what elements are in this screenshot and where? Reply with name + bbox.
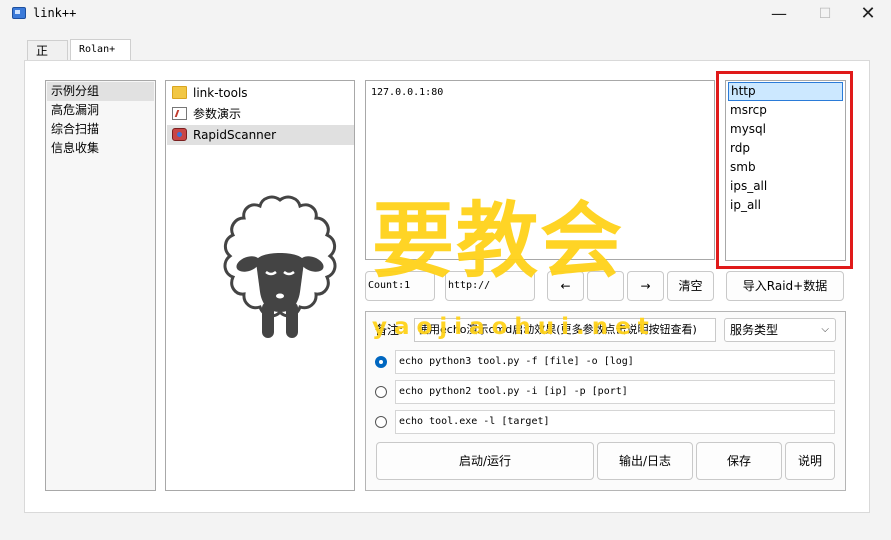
service-item[interactable]: smb — [728, 158, 843, 177]
tool-item-param-demo[interactable]: 参数演示 — [167, 104, 354, 124]
close-button[interactable]: ✕ — [845, 0, 891, 28]
service-item[interactable]: mysql — [728, 120, 843, 139]
title-bar[interactable]: link++ — ☐ ✕ — [0, 0, 891, 28]
service-item[interactable]: rdp — [728, 139, 843, 158]
import-raid-button[interactable]: 导入Raid+数据 — [726, 271, 844, 301]
service-list[interactable]: http msrcp mysql rdp smb ips_all ip_all — [725, 80, 846, 261]
sheep-mascot-icon — [223, 195, 337, 338]
service-type-value: 服务类型 — [730, 323, 779, 337]
service-item[interactable]: ips_all — [728, 177, 843, 196]
tool-item-link-tools[interactable]: link-tools — [167, 83, 354, 103]
command-radio-2[interactable] — [375, 386, 387, 398]
arrow-right-button[interactable]: → — [627, 271, 664, 301]
minimize-button[interactable]: — — [756, 0, 802, 28]
service-type-select[interactable]: 服务类型 ⌵ — [724, 318, 836, 342]
command-option-2[interactable]: echo python2 tool.py -i [ip] -p [port] — [395, 380, 835, 404]
folder-icon — [172, 86, 187, 99]
app-icon — [12, 7, 26, 19]
group-item[interactable]: 信息收集 — [47, 139, 154, 158]
group-item[interactable]: 高危漏洞 — [47, 101, 154, 120]
command-radio-1[interactable] — [375, 356, 387, 368]
service-item[interactable]: http — [728, 82, 843, 101]
group-item[interactable]: 综合扫描 — [47, 120, 154, 139]
output-log-button[interactable]: 输出/日志 — [597, 442, 693, 480]
count-field[interactable]: Count:1 — [365, 271, 435, 301]
command-option-3[interactable]: echo tool.exe -l [target] — [395, 410, 835, 434]
tool-label: link-tools — [193, 86, 248, 100]
service-item[interactable]: msrcp — [728, 101, 843, 120]
maximize-button[interactable]: ☐ — [802, 0, 848, 28]
tab-regex[interactable]: 正则 — [27, 40, 68, 78]
group-list[interactable]: 示例分组 高危漏洞 综合扫描 信息收集 — [45, 80, 156, 491]
group-item[interactable]: 示例分组 — [47, 82, 154, 101]
tool-item-rapidscanner[interactable]: RapidScanner — [167, 125, 354, 145]
scanner-icon — [172, 128, 187, 141]
service-item[interactable]: ip_all — [728, 196, 843, 215]
remark-input[interactable]: 使用echo演示cmd启动效果(更多参数点击说明按钮查看) — [414, 318, 716, 342]
clear-button[interactable]: 清空 — [667, 271, 714, 301]
document-icon — [172, 107, 187, 120]
tool-label: 参数演示 — [193, 107, 242, 121]
targets-textarea[interactable]: 127.0.0.1:80 — [365, 80, 715, 260]
blank-button-1[interactable] — [587, 271, 624, 301]
app-window: link++ — ☐ ✕ 正则 Rolan+ 示例分组 高危漏洞 综合扫描 信息… — [0, 0, 891, 540]
prefix-field[interactable]: http:// — [445, 271, 535, 301]
run-button[interactable]: 启动/运行 — [376, 442, 594, 480]
help-button[interactable]: 说明 — [785, 442, 835, 480]
remark-label: 备注: — [375, 323, 404, 337]
tool-label: RapidScanner — [193, 128, 277, 142]
arrow-left-button[interactable]: ← — [547, 271, 584, 301]
command-option-1[interactable]: echo python3 tool.py -f [file] -o [log] — [395, 350, 835, 374]
chevron-down-icon: ⌵ — [821, 324, 829, 335]
tab-rolan[interactable]: Rolan+ — [70, 39, 131, 62]
save-button[interactable]: 保存 — [696, 442, 782, 480]
command-radio-3[interactable] — [375, 416, 387, 428]
window-title: link++ — [33, 6, 77, 20]
